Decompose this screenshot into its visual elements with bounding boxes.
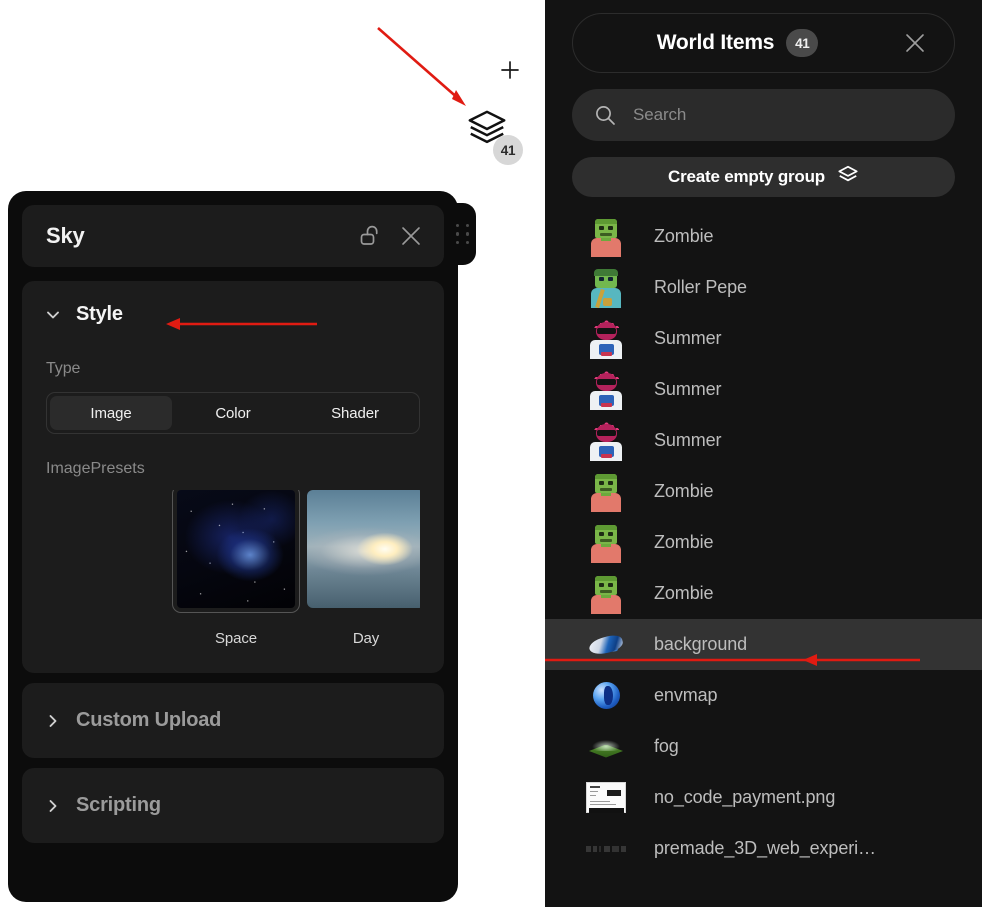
world-items-header: World Items 41: [572, 13, 955, 73]
type-option-image[interactable]: Image: [50, 396, 172, 430]
item-label: Zombie: [654, 583, 714, 603]
item-thumbnail: [586, 829, 626, 869]
item-label: Summer: [654, 379, 722, 399]
item-label: Zombie: [654, 481, 714, 501]
list-item[interactable]: Summer: [545, 415, 982, 466]
item-thumbnail: [586, 370, 626, 410]
chevron-right-icon: [46, 799, 60, 813]
item-thumbnail: [586, 676, 626, 716]
item-thumbnail: [586, 727, 626, 767]
preset-space-thumbnail: [172, 490, 300, 613]
list-item[interactable]: fog: [545, 721, 982, 772]
search-input[interactable]: [633, 105, 933, 125]
world-items-list[interactable]: Zombie Roller Pepe Summer Summer Summer …: [545, 211, 982, 874]
item-thumbnail: [586, 217, 626, 257]
arrow-to-layers-button: [377, 27, 466, 106]
item-label: premade_3D_web_experi…: [654, 838, 876, 858]
section-custom-upload-title: Custom Upload: [76, 709, 222, 731]
preset-space-label: Space: [214, 630, 258, 647]
section-scripting-title: Scripting: [76, 794, 161, 816]
preset-space[interactable]: Space: [172, 490, 300, 647]
type-label: Type: [46, 360, 81, 377]
item-label: no_code_payment.png: [654, 787, 836, 807]
item-label: Zombie: [654, 226, 714, 246]
section-style-header[interactable]: Style: [46, 303, 420, 326]
type-option-shader[interactable]: Shader: [294, 396, 416, 430]
preset-day[interactable]: Day: [307, 490, 420, 647]
item-label: fog: [654, 736, 679, 756]
list-item-background[interactable]: background: [545, 619, 982, 670]
preset-day-label: Day: [352, 630, 380, 647]
item-label: Summer: [654, 328, 722, 348]
world-items-panel: World Items 41 Create empty group: [545, 0, 982, 907]
image-presets-label: ImagePresets: [46, 460, 145, 477]
type-segmented-control[interactable]: Image Color Shader: [46, 392, 420, 434]
unlock-icon[interactable]: [358, 223, 384, 249]
item-thumbnail: [586, 319, 626, 359]
item-thumbnail: [586, 472, 626, 512]
preset-day-thumbnail: [307, 490, 420, 608]
list-item[interactable]: no_code_payment.png: [545, 772, 982, 823]
item-thumbnail: [586, 268, 626, 308]
chevron-down-icon: [46, 308, 60, 322]
list-item[interactable]: envmap: [545, 670, 982, 721]
section-style: Style Type Image Color Shader ImagePrese…: [22, 281, 444, 673]
item-thumbnail: [586, 421, 626, 461]
item-thumbnail: [586, 574, 626, 614]
item-thumbnail: [586, 778, 626, 818]
layers-count-badge: 41: [493, 135, 523, 165]
section-scripting[interactable]: Scripting: [22, 768, 444, 843]
plus-icon[interactable]: [498, 58, 522, 82]
item-thumbnail: [586, 625, 626, 665]
item-label: Zombie: [654, 532, 714, 552]
drag-handle-icon[interactable]: [450, 203, 476, 265]
item-label: Summer: [654, 430, 722, 450]
layers-icon: [837, 164, 859, 191]
sky-panel-header: Sky: [22, 205, 444, 267]
app-root: 41 Sky Style Type Image Color Shader Ima…: [0, 0, 982, 907]
list-item[interactable]: Zombie: [545, 466, 982, 517]
list-item[interactable]: Zombie: [545, 568, 982, 619]
item-label: Roller Pepe: [654, 277, 747, 297]
close-icon[interactable]: [398, 223, 424, 249]
world-items-count-badge: 41: [786, 29, 819, 57]
list-item[interactable]: premade_3D_web_experi…: [545, 823, 982, 874]
list-item[interactable]: Summer: [545, 364, 982, 415]
chevron-right-icon: [46, 714, 60, 728]
create-empty-group-label: Create empty group: [668, 167, 825, 186]
item-label: background: [654, 634, 748, 654]
item-thumbnail: [586, 523, 626, 563]
item-label: envmap: [654, 685, 718, 705]
world-items-title: World Items: [656, 31, 775, 54]
list-item[interactable]: Zombie: [545, 211, 982, 262]
section-style-title: Style: [76, 303, 123, 325]
sky-properties-panel: Sky Style Type Image Color Shader ImageP…: [8, 191, 476, 902]
section-custom-upload[interactable]: Custom Upload: [22, 683, 444, 758]
list-item[interactable]: Zombie: [545, 517, 982, 568]
image-presets-carousel[interactable]: Space Day: [46, 490, 420, 647]
page-title: Sky: [46, 223, 85, 248]
create-empty-group-button[interactable]: Create empty group: [572, 157, 955, 197]
close-icon[interactable]: [902, 30, 928, 56]
search-icon: [594, 104, 616, 126]
type-option-color[interactable]: Color: [172, 396, 294, 430]
search-field[interactable]: [572, 89, 955, 141]
list-item[interactable]: Roller Pepe: [545, 262, 982, 313]
list-item[interactable]: Summer: [545, 313, 982, 364]
